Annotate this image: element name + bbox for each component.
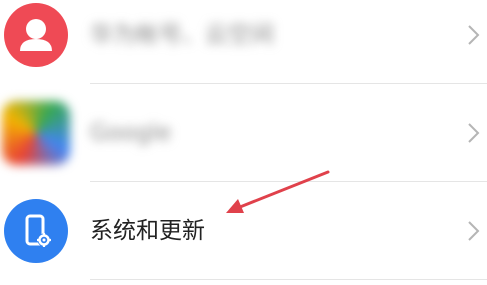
settings-list: 华为帐号、云空间 Google 系统和更新 (0, 0, 487, 285)
chevron-right-icon (468, 123, 480, 143)
settings-item-google[interactable]: Google (0, 84, 487, 182)
settings-item-system-update[interactable]: 系统和更新 (0, 182, 487, 280)
settings-item-label: 华为帐号、云空间 (90, 22, 274, 48)
user-avatar-icon (4, 3, 68, 67)
google-icon (2, 101, 70, 165)
chevron-right-icon (468, 221, 480, 241)
phone-gear-icon (4, 199, 68, 263)
divider (90, 279, 487, 280)
settings-item-label: Google (90, 120, 172, 146)
settings-item-account[interactable]: 华为帐号、云空间 (0, 0, 487, 84)
chevron-right-icon (468, 25, 480, 45)
settings-item-label: 系统和更新 (90, 218, 205, 244)
